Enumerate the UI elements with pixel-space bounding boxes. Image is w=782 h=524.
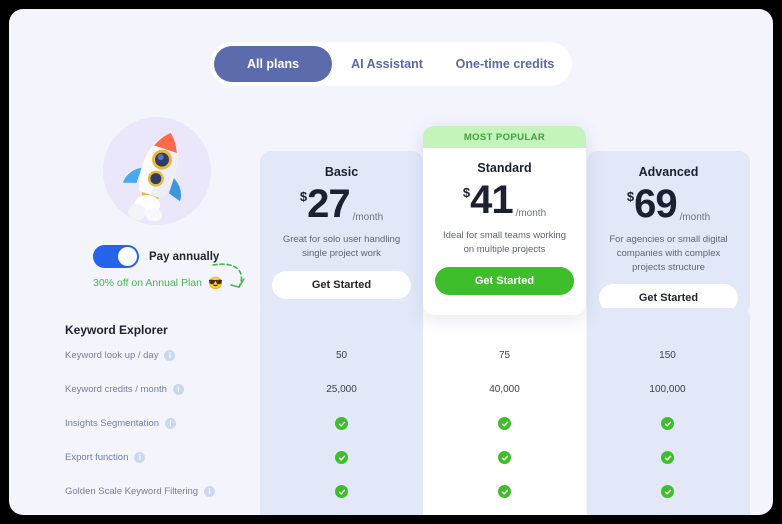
- price-period: /month: [515, 208, 547, 219]
- feature-value-cell: 50: [335, 350, 348, 361]
- plan-price-standard: $ 41 /month: [423, 178, 586, 223]
- check-circle-icon: [335, 485, 348, 498]
- tab-ai-assistant[interactable]: AI Assistant: [332, 46, 442, 82]
- tab-all-plans-label: All plans: [246, 57, 300, 71]
- plan-description-standard: Ideal for small teams working on multipl…: [442, 230, 567, 255]
- info-icon[interactable]: i: [164, 350, 176, 361]
- check-circle-icon: [498, 485, 511, 498]
- check-circle-icon: [335, 451, 348, 464]
- info-icon[interactable]: i: [172, 384, 184, 395]
- tab-ai-assistant-label: AI Assistant: [351, 57, 423, 71]
- feature-value-cell: [586, 417, 749, 430]
- most-popular-badge: MOST POPULAR: [423, 126, 586, 148]
- rocket-illustration: [103, 117, 211, 225]
- app-window: All plans AI Assistant One-time credits: [9, 9, 773, 515]
- feature-value-cell: 150: [659, 350, 676, 361]
- feature-value-cell: [260, 451, 423, 464]
- currency-symbol: $: [462, 185, 471, 200]
- check-circle-icon: [661, 417, 674, 430]
- feature-value-cell: [260, 485, 423, 498]
- plan-price-basic: $ 27 /month: [260, 182, 423, 227]
- plan-name-standard: Standard: [477, 161, 532, 175]
- feature-label-cell: Golden Scale Keyword Filtering i: [48, 486, 260, 497]
- toggle-knob: [118, 247, 137, 266]
- plan-description-basic: Great for solo user handling single proj…: [282, 234, 401, 259]
- feature-label-cell: Insights Segmentation i: [48, 418, 260, 429]
- tab-all-plans[interactable]: All plans: [214, 46, 332, 82]
- feature-label-cell: Keyword look up / day i: [48, 350, 260, 361]
- table-row: Sales per keyword simulation (ESKP)i: [48, 510, 750, 515]
- feature-value-cell: 100,000: [649, 384, 686, 395]
- feature-section-title: Keyword Explorer: [65, 323, 168, 337]
- plan-card-standard: MOST POPULAR Standard $ 41 /month Ideal …: [423, 126, 586, 315]
- info-icon[interactable]: i: [134, 452, 146, 463]
- feature-label: Keyword credits / month: [65, 384, 167, 395]
- table-row: Export function i: [48, 442, 750, 473]
- check-circle-icon: [661, 485, 674, 498]
- discount-label: 30% off on Annual Plan: [93, 277, 202, 289]
- feature-value-cell: 75: [498, 350, 511, 361]
- table-row: Keyword look up / day i 50 75 150: [48, 340, 750, 371]
- feature-label: Keyword look up / day: [65, 350, 159, 361]
- get-started-button-standard[interactable]: Get Started: [435, 266, 574, 295]
- price-amount: 41: [470, 178, 513, 222]
- plan-card-basic: Basic $ 27 /month Great for solo user ha…: [260, 151, 423, 315]
- table-row: Insights Segmentation i: [48, 408, 750, 439]
- feature-label: Insights Segmentation: [65, 418, 160, 429]
- table-row: Golden Scale Keyword Filtering i: [48, 476, 750, 507]
- tab-one-time-credits-label: One-time credits: [455, 57, 555, 71]
- check-circle-icon: [661, 451, 674, 464]
- feature-label-cell: Keyword credits / month i: [48, 384, 260, 395]
- feature-value-cell: [423, 485, 586, 498]
- feature-value-cell: [260, 417, 423, 430]
- price-amount: 27: [307, 182, 350, 226]
- plan-type-tabs: All plans AI Assistant One-time credits: [210, 42, 572, 86]
- table-row: Keyword credits / month i 25,000 40,000 100,…: [48, 374, 750, 405]
- check-circle-icon: [498, 451, 511, 464]
- billing-promo-panel: Pay annually 30% off on Annual Plan 😎: [93, 117, 269, 289]
- plan-card-advanced: Advanced $ 69 /month For agencies or sma…: [587, 151, 750, 315]
- feature-value-cell: [586, 451, 749, 464]
- plan-name-advanced: Advanced: [638, 165, 699, 179]
- price-amount: 69: [634, 182, 677, 226]
- info-icon[interactable]: i: [204, 486, 216, 497]
- feature-value-cell: [423, 417, 586, 430]
- discount-note: 30% off on Annual Plan 😎: [93, 263, 269, 289]
- feature-value-cell: 25,000: [326, 384, 357, 395]
- feature-value-cell: [423, 451, 586, 464]
- plan-description-advanced: For agencies or small digital companies …: [609, 234, 728, 273]
- dashed-curved-arrow-icon: [212, 263, 245, 288]
- plan-price-advanced: $ 69 /month: [587, 182, 750, 227]
- currency-symbol: $: [626, 189, 635, 204]
- feature-value-cell: [586, 485, 749, 498]
- check-circle-icon: [498, 417, 511, 430]
- check-circle-icon: [335, 417, 348, 430]
- tab-one-time-credits[interactable]: One-time credits: [442, 46, 568, 82]
- currency-symbol: $: [299, 189, 308, 204]
- rocket-icon: [122, 133, 182, 221]
- feature-label: Golden Scale Keyword Filtering: [65, 486, 199, 497]
- annual-billing-toggle[interactable]: [93, 245, 139, 268]
- price-period: /month: [352, 212, 384, 223]
- plan-name-basic: Basic: [324, 165, 359, 179]
- feature-label-cell: Export function i: [48, 452, 260, 463]
- get-started-button-basic[interactable]: Get Started: [272, 270, 411, 299]
- feature-label: Export function: [65, 452, 129, 463]
- price-period: /month: [679, 212, 711, 223]
- feature-comparison-table: Keyword Explorer Keyword look up / day i 5…: [48, 308, 750, 515]
- feature-value-cell: 40,000: [489, 384, 520, 395]
- info-icon[interactable]: i: [165, 418, 177, 429]
